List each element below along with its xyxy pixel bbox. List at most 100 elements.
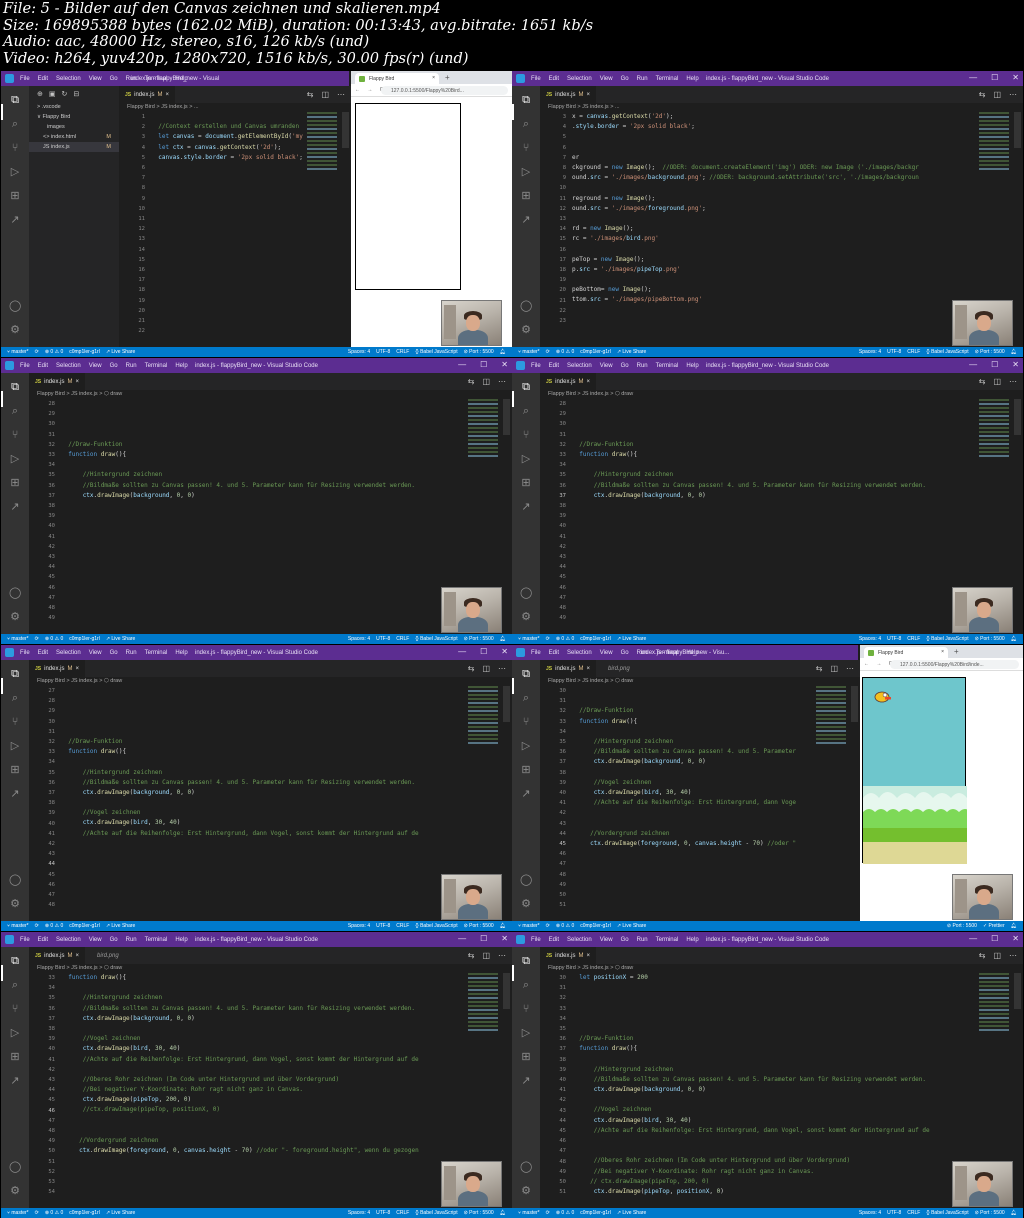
files-icon[interactable]: ⧉	[9, 94, 21, 106]
language-indicator[interactable]: {} Babel JavaScript	[926, 349, 968, 355]
menu-run[interactable]: Run	[637, 76, 648, 82]
menu-file[interactable]: File	[531, 76, 541, 82]
port-indicator[interactable]: ⊘ Port : 5500	[975, 636, 1005, 642]
bell-icon[interactable]: 🔔︎	[1011, 923, 1017, 929]
prettier-indicator[interactable]: ✓ Prettier	[983, 923, 1005, 929]
minimap[interactable]	[979, 399, 1009, 489]
bell-icon[interactable]: 🔔︎	[500, 349, 506, 355]
open-changes-icon[interactable]: ⇆	[468, 377, 475, 386]
browser-tab[interactable]: Flappy Bird ×	[355, 73, 439, 84]
menu-help[interactable]: Help	[175, 650, 187, 656]
branch-indicator[interactable]: ⑂ master*	[518, 636, 540, 642]
tab-index-js[interactable]: JS index.js M ×	[29, 947, 85, 964]
tab-close-icon[interactable]: ×	[941, 649, 944, 655]
tab-bird-png[interactable]: bird.png	[602, 660, 636, 677]
account-icon[interactable]: ◯	[9, 874, 21, 886]
tab-index-js[interactable]: JS index.js M ×	[540, 86, 596, 103]
indentation-indicator[interactable]: Spaces: 4	[859, 349, 881, 355]
run-debug-icon[interactable]: ▷	[9, 740, 21, 752]
breadcrumb[interactable]: Flappy Bird > JS index.js > ⬡ draw	[37, 391, 122, 397]
problems-indicator[interactable]: ⊗ 0 ⚠ 0	[45, 349, 63, 355]
account-icon[interactable]: ◯	[9, 300, 21, 312]
files-icon[interactable]: ⧉	[9, 668, 21, 680]
eol-indicator[interactable]: CRLF	[396, 349, 409, 355]
breadcrumb[interactable]: Flappy Bird > JS index.js > ⬡ draw	[548, 678, 633, 684]
menu-terminal[interactable]: Terminal	[145, 363, 168, 369]
more-actions-icon[interactable]: ⋯	[1009, 377, 1017, 386]
maximize-icon[interactable]: ☐	[480, 360, 487, 369]
menu-selection[interactable]: Selection	[567, 76, 592, 82]
menu-run[interactable]: Run	[126, 650, 137, 656]
eol-indicator[interactable]: CRLF	[396, 923, 409, 929]
close-icon[interactable]: ✕	[501, 360, 508, 369]
account-icon[interactable]: ◯	[520, 587, 532, 599]
maximize-icon[interactable]: ☐	[991, 934, 998, 943]
user-indicator[interactable]: c0mp1ler-g1rl	[580, 636, 611, 642]
run-debug-icon[interactable]: ▷	[9, 1027, 21, 1039]
live-share-button[interactable]: ↗ Live Share	[617, 1210, 646, 1216]
maximize-icon[interactable]: ☐	[480, 934, 487, 943]
port-indicator[interactable]: ⊘ Port : 5500	[464, 349, 494, 355]
tab-close-icon[interactable]: ×	[432, 75, 435, 81]
gear-icon[interactable]: ⚙	[520, 898, 532, 910]
code-editor[interactable]: x = canvas.getContext('2d'); .style.borde…	[572, 112, 975, 326]
menu-selection[interactable]: Selection	[56, 363, 81, 369]
tab-close-icon[interactable]: ×	[75, 666, 79, 672]
explorer-item[interactable]: JS index.js M	[29, 142, 119, 152]
menu-help[interactable]: Help	[175, 937, 187, 943]
live-share-icon[interactable]: ↗	[520, 501, 532, 513]
menu-run[interactable]: Run	[637, 650, 648, 656]
more-actions-icon[interactable]: ⋯	[1009, 951, 1017, 960]
problems-indicator[interactable]: ⊗ 0 ⚠ 0	[556, 1210, 574, 1216]
minimize-icon[interactable]: —	[969, 73, 977, 82]
close-icon[interactable]: ✕	[1012, 73, 1019, 82]
branch-indicator[interactable]: ⑂ master*	[518, 923, 540, 929]
code-editor[interactable]: let positionX = 200 //Draw-Funktion func…	[572, 973, 975, 1197]
live-share-icon[interactable]: ↗	[9, 1075, 21, 1087]
account-icon[interactable]: ◯	[520, 300, 532, 312]
encoding-indicator[interactable]: UTF-8	[376, 349, 390, 355]
source-control-icon[interactable]: ⑂	[520, 142, 532, 154]
bell-icon[interactable]: 🔔︎	[1011, 636, 1017, 642]
tab-close-icon[interactable]: ×	[165, 92, 169, 98]
code-editor[interactable]: //Draw-Funktion function draw(){ //Hinte…	[572, 399, 975, 623]
more-actions-icon[interactable]: ⋯	[498, 664, 506, 673]
menu-view[interactable]: View	[600, 650, 613, 656]
vertical-scrollbar[interactable]	[503, 973, 510, 1009]
menu-go[interactable]: Go	[110, 937, 118, 943]
minimap[interactable]	[979, 112, 1009, 202]
gear-icon[interactable]: ⚙	[9, 898, 21, 910]
menu-edit[interactable]: Edit	[38, 650, 48, 656]
tab-index-js[interactable]: JS index.js M ×	[540, 947, 596, 964]
menu-terminal[interactable]: Terminal	[145, 937, 168, 943]
bell-icon[interactable]: 🔔︎	[1011, 349, 1017, 355]
minimize-icon[interactable]: —	[458, 934, 466, 943]
sync-icon[interactable]: ⟳	[35, 1210, 39, 1216]
port-indicator[interactable]: ⊘ Port : 5500	[947, 923, 977, 929]
menu-go[interactable]: Go	[621, 76, 629, 82]
branch-indicator[interactable]: ⑂ master*	[7, 1210, 29, 1216]
vertical-scrollbar[interactable]	[503, 686, 510, 722]
encoding-indicator[interactable]: UTF-8	[376, 923, 390, 929]
gear-icon[interactable]: ⚙	[520, 1185, 532, 1197]
new-tab-icon[interactable]: +	[445, 73, 450, 82]
menu-edit[interactable]: Edit	[38, 937, 48, 943]
user-indicator[interactable]: c0mp1ler-g1rl	[69, 923, 100, 929]
branch-indicator[interactable]: ⑂ master*	[7, 636, 29, 642]
menu-edit[interactable]: Edit	[549, 650, 559, 656]
language-indicator[interactable]: {} Babel JavaScript	[415, 923, 457, 929]
collapse-icon[interactable]: ⊟	[73, 90, 79, 98]
more-actions-icon[interactable]: ⋯	[846, 664, 854, 673]
menu-file[interactable]: File	[531, 363, 541, 369]
menu-terminal[interactable]: Terminal	[656, 363, 679, 369]
source-control-icon[interactable]: ⑂	[520, 1003, 532, 1015]
search-icon[interactable]: ⌕	[9, 405, 21, 417]
files-icon[interactable]: ⧉	[520, 381, 532, 393]
language-indicator[interactable]: {} Babel JavaScript	[926, 636, 968, 642]
search-icon[interactable]: ⌕	[520, 118, 532, 130]
indentation-indicator[interactable]: Spaces: 4	[348, 1210, 370, 1216]
gear-icon[interactable]: ⚙	[9, 324, 21, 336]
minimize-icon[interactable]: —	[458, 360, 466, 369]
menu-selection[interactable]: Selection	[567, 650, 592, 656]
menu-view[interactable]: View	[600, 76, 613, 82]
